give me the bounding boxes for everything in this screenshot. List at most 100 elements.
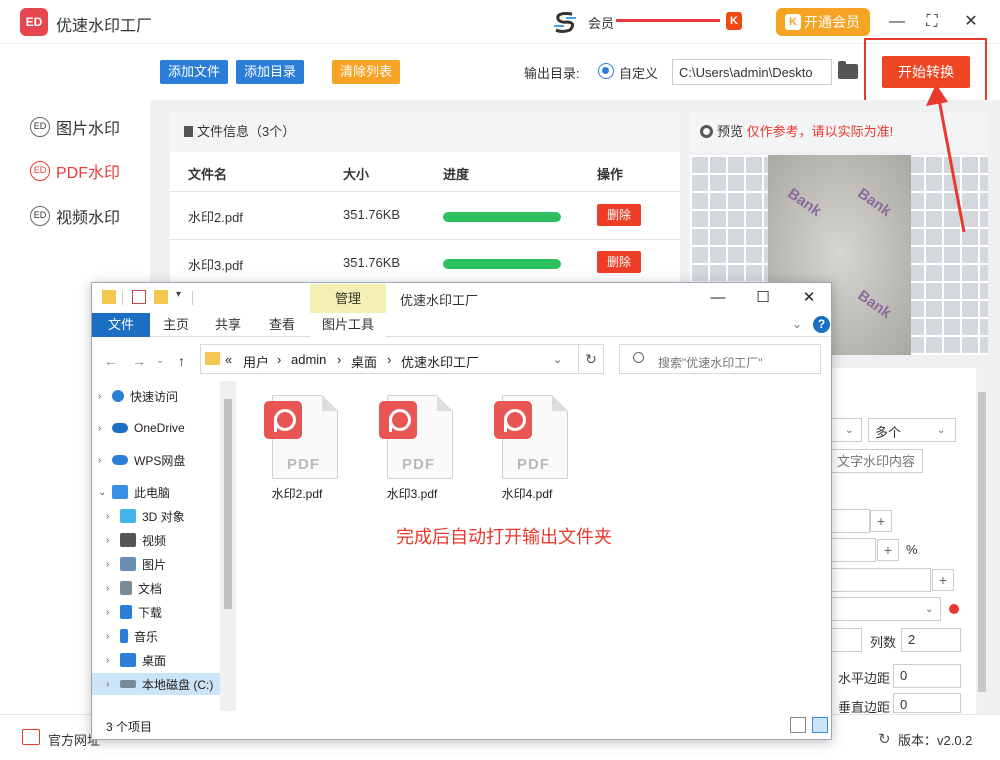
close-button[interactable]: ✕ [956, 8, 986, 36]
sidebar-item-pdf-watermark[interactable]: ED PDF水印 [30, 158, 120, 184]
clear-list-button[interactable]: 清除列表 [332, 60, 401, 84]
large-icons-view-icon[interactable] [812, 717, 828, 733]
row-divider [170, 239, 680, 240]
nav-item-desktop[interactable]: › 桌面 [92, 649, 220, 671]
breadcrumb-users[interactable]: 用户 [243, 352, 269, 371]
member-label: 会员 [588, 16, 615, 31]
breadcrumb-separator[interactable]: › [277, 352, 281, 367]
delete-button[interactable]: 删除 [597, 204, 641, 226]
watermark-text-input[interactable] [830, 449, 923, 473]
preview-note: 仅作参考，请以实际为准! [746, 124, 894, 139]
folder-icon[interactable] [838, 61, 858, 79]
tab-file[interactable]: 文件 [92, 313, 150, 337]
add-file-button[interactable]: 添加文件 [160, 60, 229, 84]
custom-output-radio[interactable] [598, 63, 614, 79]
nav-item-documents[interactable]: › 文档 [92, 577, 220, 599]
refresh-button[interactable]: ↻ [578, 344, 604, 374]
sidebar-item-video-watermark[interactable]: ED 视频水印 [30, 203, 120, 229]
chevron-right-icon: › [106, 558, 110, 570]
explorer-minimize-button[interactable]: — [704, 287, 732, 309]
tab-home[interactable]: 主页 [154, 313, 198, 337]
rotation-input[interactable] [830, 568, 931, 592]
settings-scroll-thumb[interactable] [978, 392, 986, 692]
maximize-button[interactable]: ⛶ [917, 8, 947, 36]
title-bar: ED 优速水印工厂 会员 K K 开通会员 — ⛶ ✕ [0, 0, 1000, 44]
breadcrumb-separator[interactable]: › [387, 352, 391, 367]
nav-item-videos[interactable]: › 视频 [92, 529, 220, 551]
nav-item-downloads[interactable]: › 下载 [92, 601, 220, 623]
music-icon [120, 629, 128, 643]
back-arrow-icon[interactable]: ← [104, 353, 118, 369]
size-plus-button[interactable]: + [870, 510, 892, 532]
properties-icon[interactable] [132, 290, 146, 304]
nav-item-quick-access[interactable]: › 快速访问 [92, 385, 220, 407]
chevron-down-icon[interactable]: ⌄ [156, 355, 164, 366]
pdf-label: PDF [402, 456, 435, 473]
manage-tab[interactable]: 管理 [310, 284, 386, 313]
breadcrumb-admin[interactable]: admin [291, 352, 326, 367]
explorer-search-input[interactable] [619, 344, 821, 374]
chevron-down-icon[interactable]: ⌄ [553, 353, 562, 366]
address-input[interactable]: « 用户 › admin › 桌面 › 优速水印工厂 ⌄ [200, 344, 604, 374]
chevron-down-icon: ⌄ [845, 425, 854, 436]
refresh-icon: ↻ [878, 731, 891, 748]
breadcrumb-desktop[interactable]: 桌面 [351, 352, 377, 371]
watermark-count-select[interactable]: 多个 ⌄ [868, 418, 956, 442]
nav-item-onedrive[interactable]: › OneDrive [92, 417, 220, 439]
breadcrumb-current-folder[interactable]: 优速水印工厂 [401, 352, 479, 371]
nav-item-3d-objects[interactable]: › 3D 对象 [92, 505, 220, 527]
nav-item-label: 视频 [142, 533, 167, 548]
new-folder-icon[interactable] [154, 290, 168, 304]
rotation-plus-button[interactable]: + [932, 569, 954, 591]
annotation-arrow-icon [926, 84, 966, 233]
pdf-badge-icon [264, 401, 302, 439]
version-label: 版本：v2.0.2 [898, 733, 973, 748]
output-path-input[interactable] [672, 59, 832, 85]
chevron-down-icon[interactable]: ⌄ [792, 317, 802, 331]
custom-output-label: 自定义 [619, 66, 659, 81]
nav-item-music[interactable]: › 音乐 [92, 625, 220, 647]
nav-item-this-pc[interactable]: ⌄ 此电脑 [92, 481, 220, 503]
nav-item-label: 文档 [138, 581, 163, 596]
delete-button[interactable]: 删除 [597, 251, 641, 273]
minimize-button[interactable]: — [882, 8, 912, 36]
cube-icon [120, 509, 136, 523]
font-select[interactable]: ⌄ [830, 418, 862, 442]
k-badge-icon[interactable]: K [726, 12, 742, 30]
breadcrumb-separator[interactable]: › [337, 352, 341, 367]
breadcrumb-overflow[interactable]: « [225, 352, 232, 367]
file-name: 水印2.pdf [271, 487, 323, 501]
explorer-maximize-button[interactable]: ☐ [749, 287, 777, 309]
up-arrow-icon[interactable]: ↑ [178, 353, 185, 369]
h-margin-stepper[interactable]: 0 [893, 664, 961, 688]
tab-view[interactable]: 查看 [260, 313, 304, 337]
open-vip-button[interactable]: K 开通会员 [776, 8, 870, 36]
forward-arrow-icon[interactable]: → [132, 353, 146, 369]
opacity-input[interactable] [830, 538, 876, 562]
download-icon [120, 605, 132, 619]
add-directory-button[interactable]: 添加目录 [236, 60, 305, 84]
sidebar-item-image-watermark[interactable]: ED 图片水印 [30, 114, 120, 140]
nav-item-pictures[interactable]: › 图片 [92, 553, 220, 575]
nav-item-wps-cloud[interactable]: › WPS网盘 [92, 449, 220, 471]
size-input[interactable] [830, 509, 870, 533]
sidebar-item-label: 图片水印 [56, 121, 121, 138]
tab-picture-tools[interactable]: 图片工具 [310, 313, 386, 337]
nav-item-local-disk-c[interactable]: › 本地磁盘 (C:) [92, 673, 220, 695]
nav-scroll-thumb[interactable] [224, 399, 232, 609]
h-margin-value: 0 [900, 668, 908, 683]
chevron-down-icon[interactable]: ▾ [176, 289, 181, 300]
details-view-icon[interactable] [790, 717, 806, 733]
columns-value: 2 [908, 632, 916, 647]
h-margin-label: 水平边距 [838, 671, 891, 686]
help-icon[interactable]: ? [813, 316, 830, 333]
v-margin-stepper[interactable]: 0 [893, 693, 961, 713]
tab-share[interactable]: 共享 [206, 313, 250, 337]
toolbar-divider [192, 291, 193, 305]
opacity-plus-button[interactable]: + [877, 539, 899, 561]
explorer-close-button[interactable]: ✕ [795, 287, 823, 309]
column-header-action: 操作 [597, 167, 624, 182]
rows-stepper[interactable] [830, 628, 862, 652]
color-select[interactable]: ⌄ [830, 597, 941, 621]
columns-stepper[interactable]: 2 [901, 628, 961, 652]
